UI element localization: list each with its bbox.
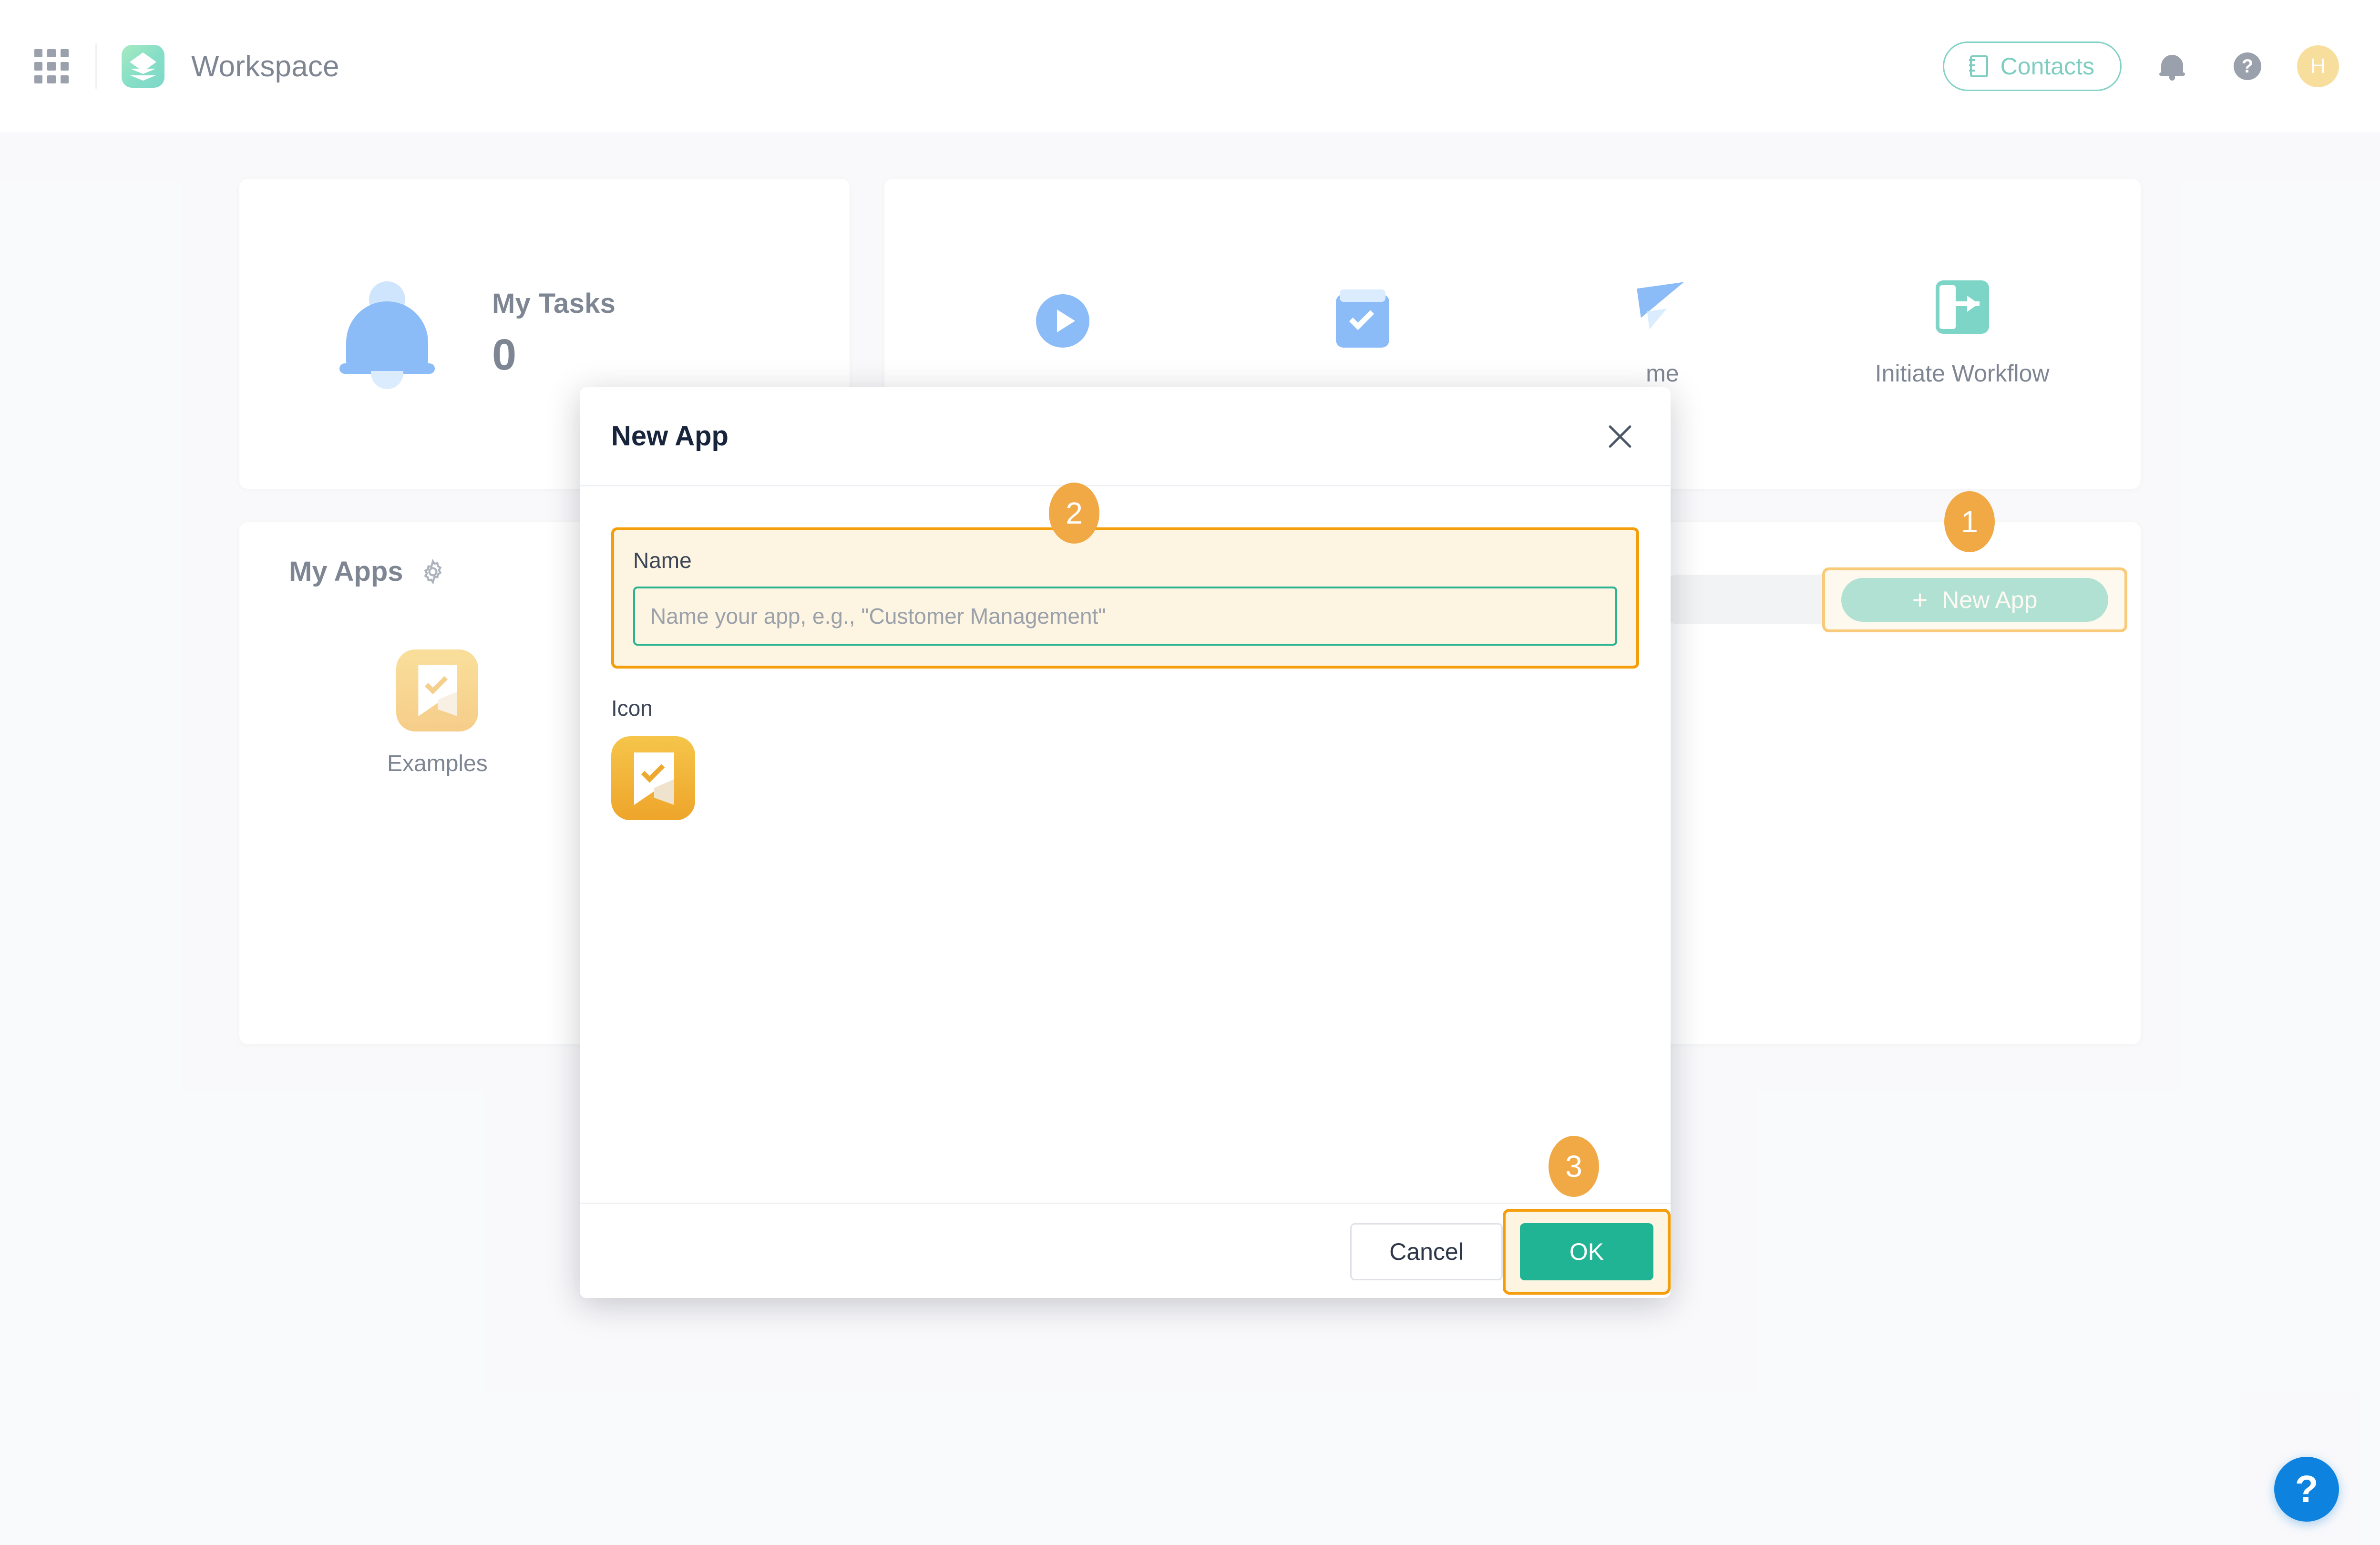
help-question-icon[interactable]: ? (2274, 1457, 2339, 1522)
app-root: Workspace Contacts ? H My Tasks 0 me Ini… (0, 0, 2380, 1545)
dialog-footer: Cancel OK (580, 1203, 1671, 1298)
new-app-dialog: New App Name Icon Cancel OK (580, 387, 1671, 1298)
dialog-body: Name Icon (580, 486, 1671, 1203)
step-marker-3: 3 (1549, 1136, 1599, 1197)
icon-field-label: Icon (611, 696, 653, 721)
name-field-label: Name (633, 548, 692, 573)
ok-button[interactable]: OK (1520, 1223, 1653, 1280)
dialog-title: New App (611, 421, 728, 452)
close-icon[interactable] (1601, 417, 1639, 455)
name-field-highlight: Name (611, 527, 1639, 669)
ok-highlight: OK (1503, 1209, 1671, 1295)
step-marker-1: 1 (1944, 491, 1995, 552)
cancel-button[interactable]: Cancel (1350, 1223, 1503, 1280)
app-name-input[interactable] (633, 587, 1617, 646)
step-marker-2: 2 (1049, 483, 1099, 544)
dialog-header: New App (580, 387, 1671, 486)
app-icon-picker[interactable] (611, 736, 695, 820)
